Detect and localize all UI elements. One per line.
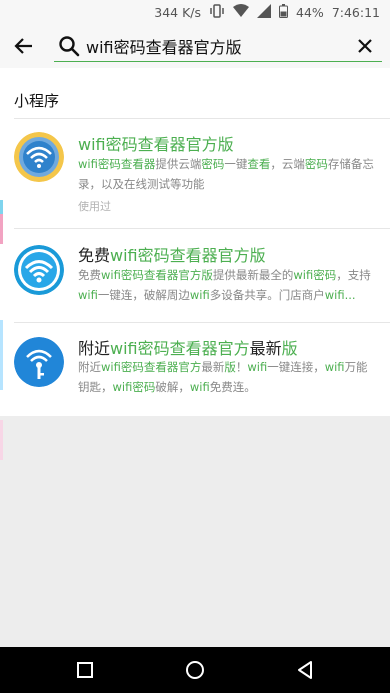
text-segment: 提供最新最全的 — [212, 268, 294, 282]
network-speed: 344 K/s — [154, 4, 202, 20]
text-segment: 免费 — [78, 268, 101, 282]
highlight-text: 密码 — [201, 157, 225, 171]
back-button[interactable] — [10, 32, 38, 60]
highlight-text: 密码 — [304, 157, 328, 171]
search-underline — [54, 61, 382, 62]
text-segment: 一键 — [224, 157, 248, 171]
search-icon — [59, 36, 80, 57]
text-segment: 免费 — [78, 246, 111, 265]
highlight-text: wifi密码 — [112, 380, 156, 394]
highlight-text: wifi... — [324, 288, 356, 302]
battery-level: 44% — [296, 4, 324, 20]
vibrate-icon — [209, 3, 225, 21]
text-segment: 最新 — [201, 360, 225, 374]
section-title: 小程序 — [14, 92, 60, 110]
highlight-text: wifi — [324, 360, 345, 374]
text-segment: 破解， — [155, 380, 190, 394]
back-nav-button[interactable] — [292, 657, 318, 683]
highlight-text: wifi密码查看器官方 — [101, 360, 202, 374]
divider — [14, 228, 390, 229]
text-segment: ，支持 — [336, 268, 371, 282]
result-description: 免费wifi密码查看器官方版提供最新最全的wifi密码，支持 wifi一键连，破解… — [78, 265, 376, 305]
result-item-1[interactable]: wifi密码查看器官方版 wifi密码查看器提供云端密码一键查看，云端密码存储备… — [0, 118, 390, 228]
clock: 7:46:11 — [331, 4, 380, 20]
result-item-3[interactable]: 附近wifi密码查看器官方最新版 附近wifi密码查看器官方最新版！wifi一键… — [0, 322, 390, 416]
text-segment: 一键连，破解周边 — [97, 288, 190, 302]
text-segment: 一键连接， — [267, 360, 325, 374]
recents-button[interactable] — [72, 657, 98, 683]
wifi-circle-icon — [14, 245, 64, 295]
battery-icon — [279, 3, 289, 21]
result-description: 附近wifi密码查看器官方最新版！wifi一键连接，wifi万能钥匙，wifi密… — [78, 357, 376, 397]
square-icon — [77, 662, 93, 678]
result-title: 附近wifi密码查看器官方最新版 — [78, 335, 298, 359]
signal-icon — [257, 3, 272, 21]
divider — [14, 118, 390, 119]
edge-strip — [0, 200, 3, 214]
text-segment: ，云端 — [270, 157, 305, 171]
search-bar — [0, 24, 390, 68]
text-segment: 附近 — [78, 360, 101, 374]
edge-strip — [0, 320, 3, 390]
result-description: wifi密码查看器提供云端密码一键查看，云端密码存储备忘录，以及在线测试等功能 — [78, 154, 376, 194]
highlight-text: wifi密码查看器官方版 — [78, 135, 234, 154]
highlight-text: wifi — [189, 380, 210, 394]
highlight-text: wifi密码查看器 — [78, 157, 156, 171]
highlight-text: 版 — [224, 360, 236, 374]
arrow-left-icon — [14, 38, 32, 54]
navigation-bar — [0, 647, 390, 693]
result-title: 免费wifi密码查看器官方版 — [78, 242, 266, 266]
highlight-text: 版 — [281, 339, 298, 358]
highlight-text: wifi密码查看器官方 — [110, 339, 250, 358]
results-panel: 小程序 wifi密码查看器官方版 wifi密码查看器提供云端密码一键查看，云端密… — [0, 68, 390, 416]
text-segment: 多设备共享。门店商户 — [209, 288, 325, 302]
edge-strip — [0, 420, 3, 460]
highlight-text: 查看 — [247, 157, 271, 171]
result-title: wifi密码查看器官方版 — [78, 131, 234, 155]
used-label: 使用过 — [78, 200, 111, 213]
text-segment: 提供云端 — [155, 157, 202, 171]
highlight-text: wifi密码查看器官方版 — [110, 246, 266, 265]
home-button[interactable] — [182, 657, 208, 683]
search-input[interactable] — [86, 33, 346, 59]
highlight-text: wifi — [189, 288, 210, 302]
circle-icon — [186, 661, 204, 679]
wifi-lens-icon — [14, 132, 64, 182]
highlight-text: wifi密码 — [293, 268, 337, 282]
highlight-text: wifi密码查看器官方版 — [101, 268, 213, 282]
text-segment: 附近 — [78, 339, 111, 358]
edge-strip — [0, 214, 3, 244]
triangle-back-icon — [298, 661, 312, 679]
text-segment: ！ — [235, 360, 248, 374]
text-segment: 最新 — [249, 339, 282, 358]
divider — [14, 322, 390, 323]
text-segment: 免费连。 — [209, 380, 256, 394]
highlight-text: wifi — [78, 288, 98, 302]
wifi-icon — [233, 3, 250, 21]
status-bar: 344 K/s 44% 7:46:11 — [0, 0, 390, 24]
close-icon — [358, 39, 372, 53]
clear-button[interactable] — [352, 33, 378, 59]
highlight-text: wifi — [247, 360, 268, 374]
wifi-key-icon — [14, 337, 64, 387]
result-item-2[interactable]: 免费wifi密码查看器官方版 免费wifi密码查看器官方版提供最新最全的wifi… — [0, 228, 390, 322]
